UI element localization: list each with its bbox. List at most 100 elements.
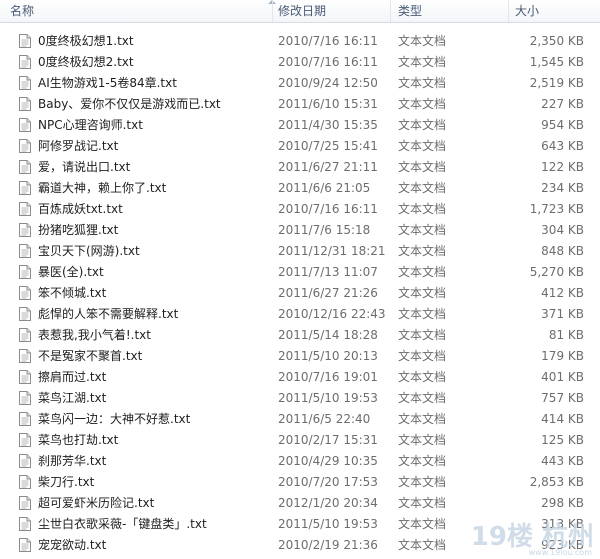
text-file-icon xyxy=(19,433,31,447)
file-date: 2011/6/5 22:40 xyxy=(278,412,371,426)
file-row[interactable]: 宝贝天下(网游).txt 2011/12/31 18:21 文本文档 848 KB xyxy=(0,241,600,262)
file-date: 2011/6/10 15:31 xyxy=(278,97,378,111)
file-row[interactable]: 刹那芳华.txt 2010/4/29 10:35 文本文档 443 KB xyxy=(0,451,600,472)
file-date: 2011/5/14 18:28 xyxy=(278,328,378,342)
file-type: 文本文档 xyxy=(398,433,447,447)
text-file-icon xyxy=(19,496,31,510)
file-row[interactable]: 表惹我,我小气着!.txt 2011/5/14 18:28 文本文档 81 KB xyxy=(0,325,600,346)
file-name: 宝贝天下(网游).txt xyxy=(38,244,140,258)
file-row[interactable]: 0度终极幻想2.txt 2010/7/16 16:11 文本文档 1,545 KB xyxy=(0,52,600,73)
text-file-icon xyxy=(19,538,31,552)
file-size: 412 KB xyxy=(541,286,584,300)
file-type: 文本文档 xyxy=(398,97,447,111)
file-row[interactable]: 菜鸟闪一边：大神不好惹.txt 2011/6/5 22:40 文本文档 414 KB xyxy=(0,409,600,430)
text-file-icon xyxy=(19,286,31,300)
header-name[interactable]: 名称 xyxy=(10,0,34,22)
file-name: 尘世白衣歌采薇-「键盘类」.txt xyxy=(38,517,207,531)
file-row[interactable]: 擦肩而过.txt 2010/7/16 19:01 文本文档 401 KB xyxy=(0,367,600,388)
file-type: 文本文档 xyxy=(398,454,447,468)
file-row[interactable]: 阿修罗战记.txt 2010/7/25 15:41 文本文档 643 KB xyxy=(0,136,600,157)
file-size: 1,723 KB xyxy=(529,202,584,216)
file-date: 2011/5/10 19:53 xyxy=(278,517,378,531)
text-file-icon xyxy=(19,223,31,237)
file-row[interactable]: 爱，请说出口.txt 2011/6/27 21:11 文本文档 122 KB xyxy=(0,157,600,178)
file-row[interactable]: 不是冤家不聚首.txt 2011/5/10 20:13 文本文档 179 KB xyxy=(0,346,600,367)
file-size: 757 KB xyxy=(541,391,584,405)
file-size: 643 KB xyxy=(541,139,584,153)
column-divider[interactable] xyxy=(272,0,273,22)
text-file-icon xyxy=(19,328,31,342)
file-date: 2010/7/16 16:11 xyxy=(278,34,378,48)
column-header: 名称 修改日期 类型 大小 xyxy=(0,0,600,23)
file-row[interactable]: 百炼成妖txt.txt 2010/7/16 16:11 文本文档 1,723 KB xyxy=(0,199,600,220)
file-date: 2010/7/16 16:11 xyxy=(278,55,378,69)
file-name: 菜鸟也打劫.txt xyxy=(38,433,119,447)
file-type: 文本文档 xyxy=(398,475,447,489)
file-type: 文本文档 xyxy=(398,181,447,195)
text-file-icon xyxy=(19,202,31,216)
file-row[interactable]: 彪悍的人笨不需要解释.txt 2010/12/16 22:43 文本文档 371 KB xyxy=(0,304,600,325)
file-name: 爱，请说出口.txt xyxy=(38,160,131,174)
text-file-icon xyxy=(19,370,31,384)
file-type: 文本文档 xyxy=(398,55,447,69)
file-size: 371 KB xyxy=(541,307,584,321)
file-name: 菜鸟江湖.txt xyxy=(38,391,107,405)
text-file-icon xyxy=(19,412,31,426)
file-size: 298 KB xyxy=(541,496,584,510)
text-file-icon xyxy=(19,34,31,48)
header-type[interactable]: 类型 xyxy=(398,0,422,22)
text-file-icon xyxy=(19,97,31,111)
file-name: 柴刀行.txt xyxy=(38,475,95,489)
file-date: 2011/7/6 15:18 xyxy=(278,223,371,237)
file-date: 2010/9/24 12:50 xyxy=(278,76,378,90)
file-date: 2011/5/10 19:53 xyxy=(278,391,378,405)
file-row[interactable]: NPC心理咨询师.txt 2011/4/30 15:35 文本文档 954 KB xyxy=(0,115,600,136)
file-date: 2010/7/20 17:53 xyxy=(278,475,378,489)
file-name: 百炼成妖txt.txt xyxy=(38,202,123,216)
text-file-icon xyxy=(19,265,31,279)
file-date: 2011/7/13 11:07 xyxy=(278,265,378,279)
file-type: 文本文档 xyxy=(398,412,447,426)
column-divider[interactable] xyxy=(390,0,391,22)
header-date[interactable]: 修改日期 xyxy=(278,0,326,22)
file-size: 125 KB xyxy=(541,433,584,447)
file-date: 2010/2/17 15:31 xyxy=(278,433,378,447)
file-row[interactable]: 0度终极幻想1.txt 2010/7/16 16:11 文本文档 2,350 KB xyxy=(0,31,600,52)
file-date: 2010/7/16 16:11 xyxy=(278,202,378,216)
file-name: 刹那芳华.txt xyxy=(38,454,107,468)
file-row[interactable]: 笨不倾城.txt 2011/6/27 21:26 文本文档 412 KB xyxy=(0,283,600,304)
file-row[interactable]: 柴刀行.txt 2010/7/20 17:53 文本文档 2,853 KB xyxy=(0,472,600,493)
file-row[interactable]: 暴医(全).txt 2011/7/13 11:07 文本文档 5,270 KB xyxy=(0,262,600,283)
file-date: 2011/6/27 21:11 xyxy=(278,160,378,174)
file-size: 234 KB xyxy=(541,181,584,195)
file-type: 文本文档 xyxy=(398,370,447,384)
text-file-icon xyxy=(19,454,31,468)
file-type: 文本文档 xyxy=(398,202,447,216)
file-size: 81 KB xyxy=(548,328,584,342)
file-date: 2010/7/16 19:01 xyxy=(278,370,378,384)
file-name: 表惹我,我小气着!.txt xyxy=(38,328,151,342)
file-row[interactable]: AI生物游戏1-5卷84章.txt 2010/9/24 12:50 文本文档 2,51… xyxy=(0,73,600,94)
file-type: 文本文档 xyxy=(398,349,447,363)
text-file-icon xyxy=(19,160,31,174)
header-size[interactable]: 大小 xyxy=(515,0,539,22)
file-row[interactable]: 菜鸟也打劫.txt 2010/2/17 15:31 文本文档 125 KB xyxy=(0,430,600,451)
file-row[interactable]: 超可爱虾米历险记.txt 2012/1/20 20:34 文本文档 298 KB xyxy=(0,493,600,514)
file-type: 文本文档 xyxy=(398,76,447,90)
file-row[interactable]: Baby、爱你不仅仅是游戏而已.txt 2011/6/10 15:31 文本文档 22… xyxy=(0,94,600,115)
file-type: 文本文档 xyxy=(398,160,447,174)
file-row[interactable]: 霸道大神，赖上你了.txt 2011/6/6 21:05 文本文档 234 KB xyxy=(0,178,600,199)
file-name: 霸道大神，赖上你了.txt xyxy=(38,181,167,195)
file-date: 2010/7/25 15:41 xyxy=(278,139,378,153)
text-file-icon xyxy=(19,391,31,405)
file-name: AI生物游戏1-5卷84章.txt xyxy=(38,76,177,90)
file-type: 文本文档 xyxy=(398,328,447,342)
file-date: 2011/4/30 15:35 xyxy=(278,118,378,132)
file-row[interactable]: 扮猪吃狐狸.txt 2011/7/6 15:18 文本文档 304 KB xyxy=(0,220,600,241)
column-divider[interactable] xyxy=(508,0,509,22)
file-type: 文本文档 xyxy=(398,244,447,258)
file-type: 文本文档 xyxy=(398,391,447,405)
file-size: 1,545 KB xyxy=(529,55,584,69)
file-type: 文本文档 xyxy=(398,118,447,132)
file-row[interactable]: 菜鸟江湖.txt 2011/5/10 19:53 文本文档 757 KB xyxy=(0,388,600,409)
